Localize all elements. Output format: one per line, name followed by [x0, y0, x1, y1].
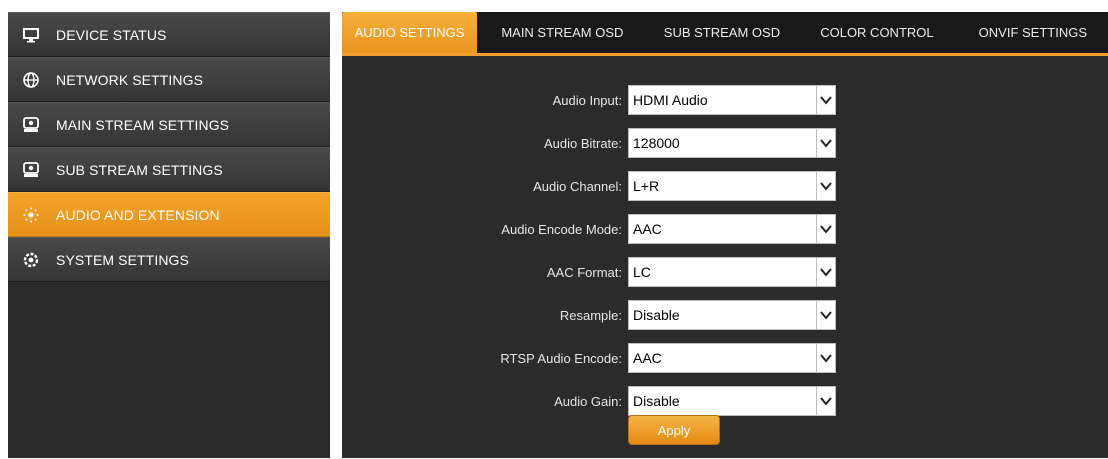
audio-input-select[interactable]: HDMI Audio	[628, 85, 836, 115]
sidebar-item-label: NETWORK SETTINGS	[56, 71, 204, 88]
form-row-audio-gain: Audio Gain: Disable	[342, 385, 1108, 417]
sidebar-item-label: SUB STREAM SETTINGS	[56, 161, 223, 178]
chevron-down-icon[interactable]	[816, 172, 835, 200]
camera-icon	[22, 161, 40, 179]
chevron-down-icon[interactable]	[816, 344, 835, 372]
sidebar-item-main-stream-settings[interactable]: MAIN STREAM SETTINGS	[8, 102, 330, 147]
audio-bitrate-label: Audio Bitrate:	[543, 135, 622, 151]
sidebar-item-label: MAIN STREAM SETTINGS	[56, 116, 230, 133]
tab-main-stream-osd[interactable]: MAIN STREAM OSD	[477, 12, 648, 53]
audio-input-label: Audio Input:	[552, 92, 622, 108]
sidebar-item-label: SYSTEM SETTINGS	[56, 251, 189, 268]
rtsp-audio-encode-label: RTSP Audio Encode:	[500, 350, 622, 366]
audio-icon	[22, 206, 40, 224]
sidebar-item-system-settings[interactable]: SYSTEM SETTINGS	[8, 237, 330, 282]
audio-encode-mode-select[interactable]: AAC	[628, 214, 836, 244]
tab-sub-stream-osd[interactable]: SUB STREAM OSD	[648, 12, 797, 53]
sidebar-item-label: AUDIO AND EXTENSION	[56, 206, 220, 223]
form-row-audio-channel: Audio Channel: L+R	[342, 170, 1108, 202]
select-value: HDMI Audio	[633, 92, 708, 108]
sidebar-menu: DEVICE STATUS NETWORK SETTINGS MAIN STRE…	[8, 12, 330, 282]
chevron-down-icon[interactable]	[816, 301, 835, 329]
form-row-audio-input: Audio Input: HDMI Audio	[342, 84, 1108, 116]
audio-gain-label: Audio Gain:	[554, 393, 622, 409]
sidebar-item-label: DEVICE STATUS	[56, 26, 167, 43]
apply-button[interactable]: Apply	[628, 415, 720, 445]
audio-channel-select[interactable]: L+R	[628, 171, 836, 201]
sidebar-item-device-status[interactable]: DEVICE STATUS	[8, 12, 330, 57]
chevron-down-icon[interactable]	[816, 215, 835, 243]
audio-encode-mode-label: Audio Encode Mode:	[501, 221, 622, 237]
form-row-aac-format: AAC Format: LC	[342, 256, 1108, 288]
form-row-audio-bitrate: Audio Bitrate: 128000	[342, 127, 1108, 159]
main-panel: AUDIO SETTINGS MAIN STREAM OSD SUB STREA…	[342, 12, 1108, 458]
tab-color-control[interactable]: COLOR CONTROL	[796, 12, 957, 53]
sidebar-item-network-settings[interactable]: NETWORK SETTINGS	[8, 57, 330, 102]
monitor-icon	[22, 26, 40, 44]
globe-icon	[22, 71, 40, 89]
chevron-down-icon[interactable]	[816, 86, 835, 114]
chevron-down-icon[interactable]	[816, 258, 835, 286]
audio-bitrate-select[interactable]: 128000	[628, 128, 836, 158]
audio-gain-select[interactable]: Disable	[628, 386, 836, 416]
tab-audio-settings[interactable]: AUDIO SETTINGS	[342, 12, 477, 53]
sidebar-item-audio-and-extension[interactable]: AUDIO AND EXTENSION	[8, 192, 330, 237]
aac-format-label: AAC Format:	[546, 264, 622, 280]
sidebar: DEVICE STATUS NETWORK SETTINGS MAIN STRE…	[8, 12, 330, 458]
select-value: AAC	[633, 350, 662, 366]
tab-onvif-settings[interactable]: ONVIF SETTINGS	[958, 12, 1108, 53]
audio-channel-label: Audio Channel:	[533, 178, 622, 194]
select-value: AAC	[633, 221, 662, 237]
tab-bar: AUDIO SETTINGS MAIN STREAM OSD SUB STREA…	[342, 12, 1108, 56]
select-value: L+R	[633, 178, 660, 194]
select-value: 128000	[633, 135, 680, 151]
resample-select[interactable]: Disable	[628, 300, 836, 330]
form-row-audio-encode-mode: Audio Encode Mode: AAC	[342, 213, 1108, 245]
select-value: Disable	[633, 393, 680, 409]
camera-icon	[22, 116, 40, 134]
resample-label: Resample:	[559, 307, 622, 323]
select-value: LC	[633, 264, 651, 280]
chevron-down-icon[interactable]	[816, 129, 835, 157]
rtsp-audio-encode-select[interactable]: AAC	[628, 343, 836, 373]
chevron-down-icon[interactable]	[816, 387, 835, 415]
aac-format-select[interactable]: LC	[628, 257, 836, 287]
form-row-rtsp-audio-encode: RTSP Audio Encode: AAC	[342, 342, 1108, 374]
select-value: Disable	[633, 307, 680, 323]
gear-icon	[22, 251, 40, 269]
sidebar-item-sub-stream-settings[interactable]: SUB STREAM SETTINGS	[8, 147, 330, 192]
form-row-resample: Resample: Disable	[342, 299, 1108, 331]
